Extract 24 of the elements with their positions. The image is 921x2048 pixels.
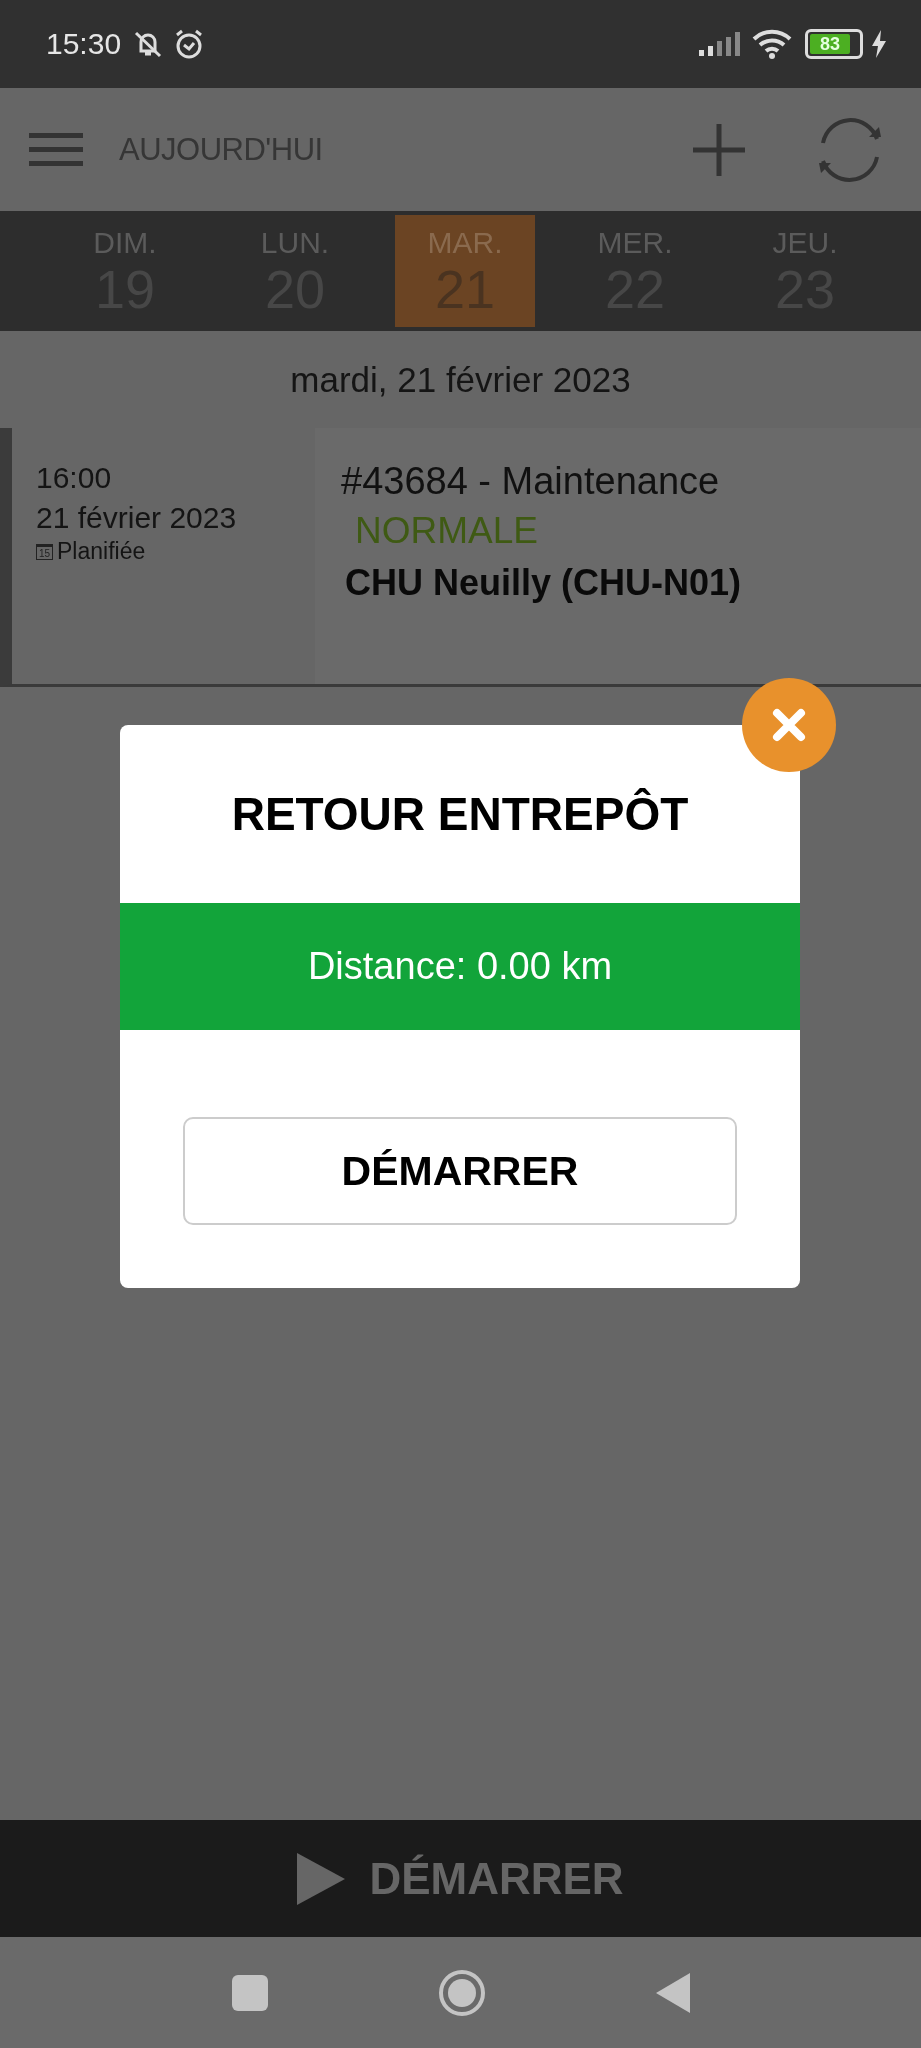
event-time: 16:00 <box>36 460 112 496</box>
event-status: Planifiée <box>57 538 146 565</box>
battery-icon: 83 <box>805 29 863 59</box>
back-icon[interactable] <box>655 1972 690 2013</box>
close-icon <box>772 708 806 742</box>
status-time: 15:30 <box>46 27 122 61</box>
distance-banner: Distance: 0.00 km <box>120 903 800 1030</box>
event-title: #43684 - Maintenance <box>341 459 720 504</box>
recents-icon[interactable] <box>231 1974 268 2011</box>
signal-icon <box>699 32 743 56</box>
start-button[interactable]: DÉMARRER <box>297 1852 624 1905</box>
start-button[interactable]: DÉMARRER <box>183 1117 737 1225</box>
event-priority: NORMALE <box>355 509 538 553</box>
menu-icon[interactable] <box>29 132 83 167</box>
date-heading: mardi, 21 février 2023 <box>289 358 632 401</box>
calendar-icon: 15 <box>36 543 53 560</box>
charging-icon <box>871 30 887 58</box>
dialog-title: RETOUR ENTREPÔT <box>230 787 690 842</box>
event-date: 21 février 2023 <box>36 500 237 536</box>
wifi-icon <box>751 28 793 60</box>
play-icon <box>297 1852 346 1905</box>
add-icon[interactable] <box>691 121 747 178</box>
event-site: CHU Neuilly (CHU-N01) <box>345 561 742 605</box>
home-icon[interactable] <box>437 1968 486 2017</box>
